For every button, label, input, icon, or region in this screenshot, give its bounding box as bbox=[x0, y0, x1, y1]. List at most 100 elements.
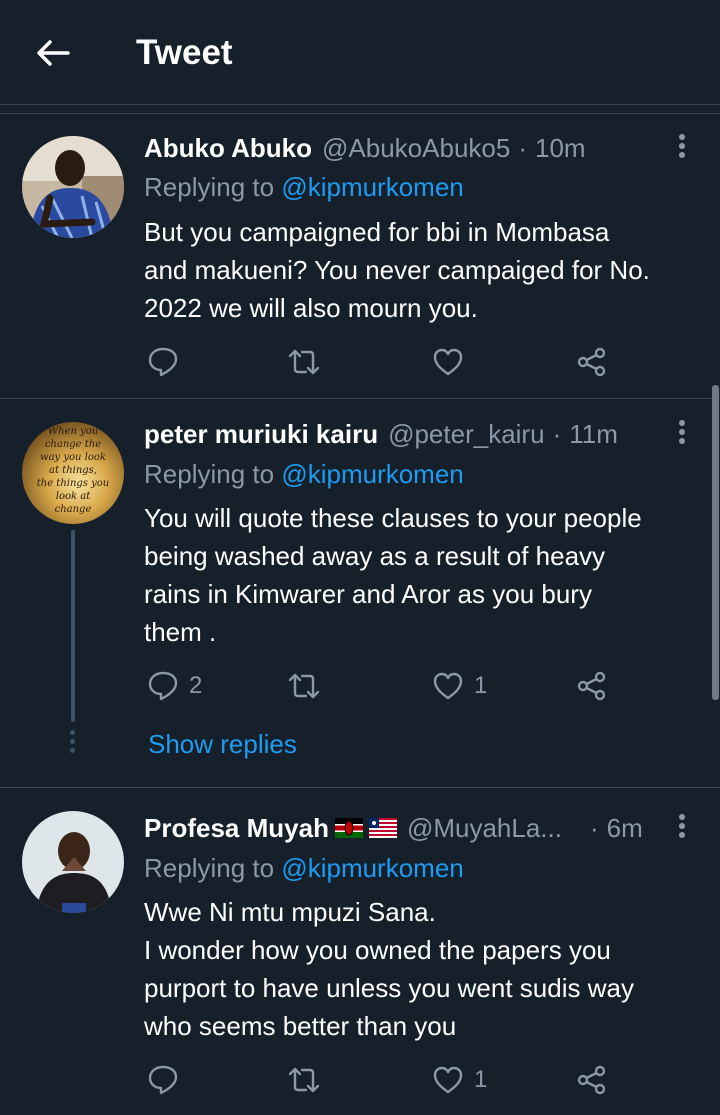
quote-line: change bbox=[55, 504, 92, 515]
like-button[interactable]: 1 bbox=[432, 1058, 487, 1102]
tweet-header: peter muriuki kairu @peter_kairu · 11m bbox=[144, 414, 618, 454]
more-options-button[interactable] bbox=[668, 128, 696, 164]
share-button[interactable] bbox=[576, 664, 608, 708]
retweet-icon bbox=[288, 1067, 320, 1093]
separator-dot: · bbox=[518, 133, 527, 163]
more-vertical-icon bbox=[679, 814, 685, 838]
kenya-flag-icon bbox=[334, 818, 363, 838]
author-name[interactable]: peter muriuki kairu bbox=[144, 414, 378, 454]
tweet-text-line: 2022 we will also mourn you. bbox=[144, 293, 478, 323]
avatar-photo bbox=[22, 811, 124, 913]
share-button[interactable] bbox=[576, 1058, 608, 1102]
tweet-time[interactable]: 6m bbox=[607, 808, 643, 848]
author-name[interactable]: Abuko Abuko bbox=[144, 128, 312, 168]
quote-line: way you look bbox=[40, 452, 106, 463]
arrow-left-icon bbox=[37, 40, 70, 66]
quote-line: change the bbox=[45, 439, 101, 450]
liberia-flag-icon bbox=[368, 818, 397, 838]
like-count: 1 bbox=[474, 672, 488, 699]
reply-count: 2 bbox=[189, 672, 203, 699]
quote-line: When you bbox=[48, 426, 98, 437]
tweet-text-line: being washed away as a result of heavy bbox=[144, 541, 606, 571]
author-handle[interactable]: @peter_kairu bbox=[388, 414, 544, 454]
retweet-icon bbox=[288, 673, 320, 699]
like-count: 1 bbox=[474, 1066, 488, 1093]
more-vertical-icon bbox=[679, 420, 685, 444]
share-icon bbox=[577, 347, 606, 377]
mention-link[interactable]: @kipmurkomen bbox=[281, 459, 463, 489]
header-divider bbox=[0, 104, 720, 105]
replying-to-label: Replying to bbox=[144, 459, 282, 489]
tweet-text-line: and makueni? You never campaiged for No. bbox=[144, 255, 650, 285]
reply-button[interactable] bbox=[147, 1058, 189, 1102]
replying-to: Replying to @kipmurkomen bbox=[144, 849, 464, 887]
replying-to-label: Replying to bbox=[144, 853, 282, 883]
more-vertical-icon bbox=[679, 134, 685, 158]
author-name[interactable]: Profesa Muyah bbox=[144, 808, 329, 848]
retweet-button[interactable] bbox=[286, 664, 332, 708]
tweet-text: Wwe Ni mtu mpuzi Sana. I wonder how you … bbox=[144, 893, 704, 1045]
heart-icon bbox=[433, 348, 463, 376]
tweet-text-line: who seems better than you bbox=[144, 1011, 457, 1041]
reply-icon bbox=[148, 671, 178, 701]
retweet-icon bbox=[288, 349, 320, 375]
reply-icon bbox=[148, 347, 178, 377]
avatar[interactable]: When you change the way you look at thin… bbox=[22, 422, 124, 524]
avatar-quote-image: When you change the way you look at thin… bbox=[22, 422, 124, 524]
tweet-text-line: purport to have unless you went sudis wa… bbox=[144, 973, 634, 1003]
avatar[interactable] bbox=[22, 136, 124, 238]
tweet-text: But you campaigned for bbi in Mombasa an… bbox=[144, 213, 704, 327]
top-app-bar: Tweet bbox=[0, 0, 720, 104]
share-button[interactable] bbox=[576, 340, 608, 384]
reply-button[interactable] bbox=[147, 340, 189, 384]
tweet-header: Abuko Abuko @AbukoAbuko5 · 10m bbox=[144, 128, 586, 168]
tweet-text-line: You will quote these clauses to your peo… bbox=[144, 503, 642, 533]
tweet-text-line: But you campaigned for bbi in Mombasa bbox=[144, 217, 610, 247]
tweet-time[interactable]: 10m bbox=[535, 128, 586, 168]
thread-connector bbox=[71, 530, 75, 722]
tweet-actions: 2 1 bbox=[144, 664, 624, 708]
replying-to: Replying to @kipmurkomen bbox=[144, 168, 464, 206]
share-icon bbox=[577, 671, 606, 701]
more-options-button[interactable] bbox=[668, 808, 696, 844]
tweet-text-line: them . bbox=[144, 617, 217, 647]
mention-link[interactable]: @kipmurkomen bbox=[281, 172, 463, 202]
quote-line: at things, bbox=[49, 465, 97, 476]
tweet-header: Profesa Muyah @MuyahLa... · 6m bbox=[144, 808, 643, 848]
retweet-button[interactable] bbox=[286, 1058, 332, 1102]
separator-dot: · bbox=[552, 419, 562, 449]
reply-icon bbox=[148, 1065, 178, 1095]
divider bbox=[0, 113, 720, 114]
replying-to-label: Replying to bbox=[144, 172, 282, 202]
quote-line: look at bbox=[56, 491, 91, 502]
tweet-time[interactable]: 11m bbox=[569, 414, 618, 454]
reply-button[interactable]: 2 bbox=[147, 664, 202, 708]
heart-icon bbox=[433, 672, 463, 700]
tweet-text-line: rains in Kimwarer and Aror as you bury bbox=[144, 579, 592, 609]
quote-line: the things you bbox=[37, 478, 109, 489]
avatar[interactable] bbox=[22, 811, 124, 913]
back-button[interactable] bbox=[32, 32, 74, 74]
author-handle[interactable]: @AbukoAbuko5 bbox=[322, 128, 510, 168]
like-button[interactable]: 1 bbox=[432, 664, 487, 708]
like-button[interactable] bbox=[432, 340, 474, 384]
divider bbox=[0, 398, 720, 399]
divider bbox=[0, 787, 720, 788]
mention-link[interactable]: @kipmurkomen bbox=[281, 853, 463, 883]
avatar-photo bbox=[22, 136, 124, 238]
tweet-actions bbox=[144, 340, 624, 384]
replying-to: Replying to @kipmurkomen bbox=[144, 455, 464, 493]
author-handle[interactable]: @MuyahLa... bbox=[407, 808, 562, 848]
page-title: Tweet bbox=[136, 33, 233, 72]
scrollbar-thumb[interactable] bbox=[712, 385, 719, 700]
tweet-text-line: I wonder how you owned the papers you bbox=[144, 935, 611, 965]
retweet-button[interactable] bbox=[286, 340, 332, 384]
share-icon bbox=[577, 1065, 606, 1095]
more-options-button[interactable] bbox=[668, 414, 696, 450]
tweet-actions: 1 bbox=[144, 1058, 624, 1102]
separator-dot: · bbox=[589, 813, 599, 843]
show-replies-link[interactable]: Show replies bbox=[148, 725, 297, 763]
tweet-text: You will quote these clauses to your peo… bbox=[144, 499, 704, 651]
heart-icon bbox=[433, 1066, 463, 1094]
thread-dots bbox=[70, 730, 76, 757]
